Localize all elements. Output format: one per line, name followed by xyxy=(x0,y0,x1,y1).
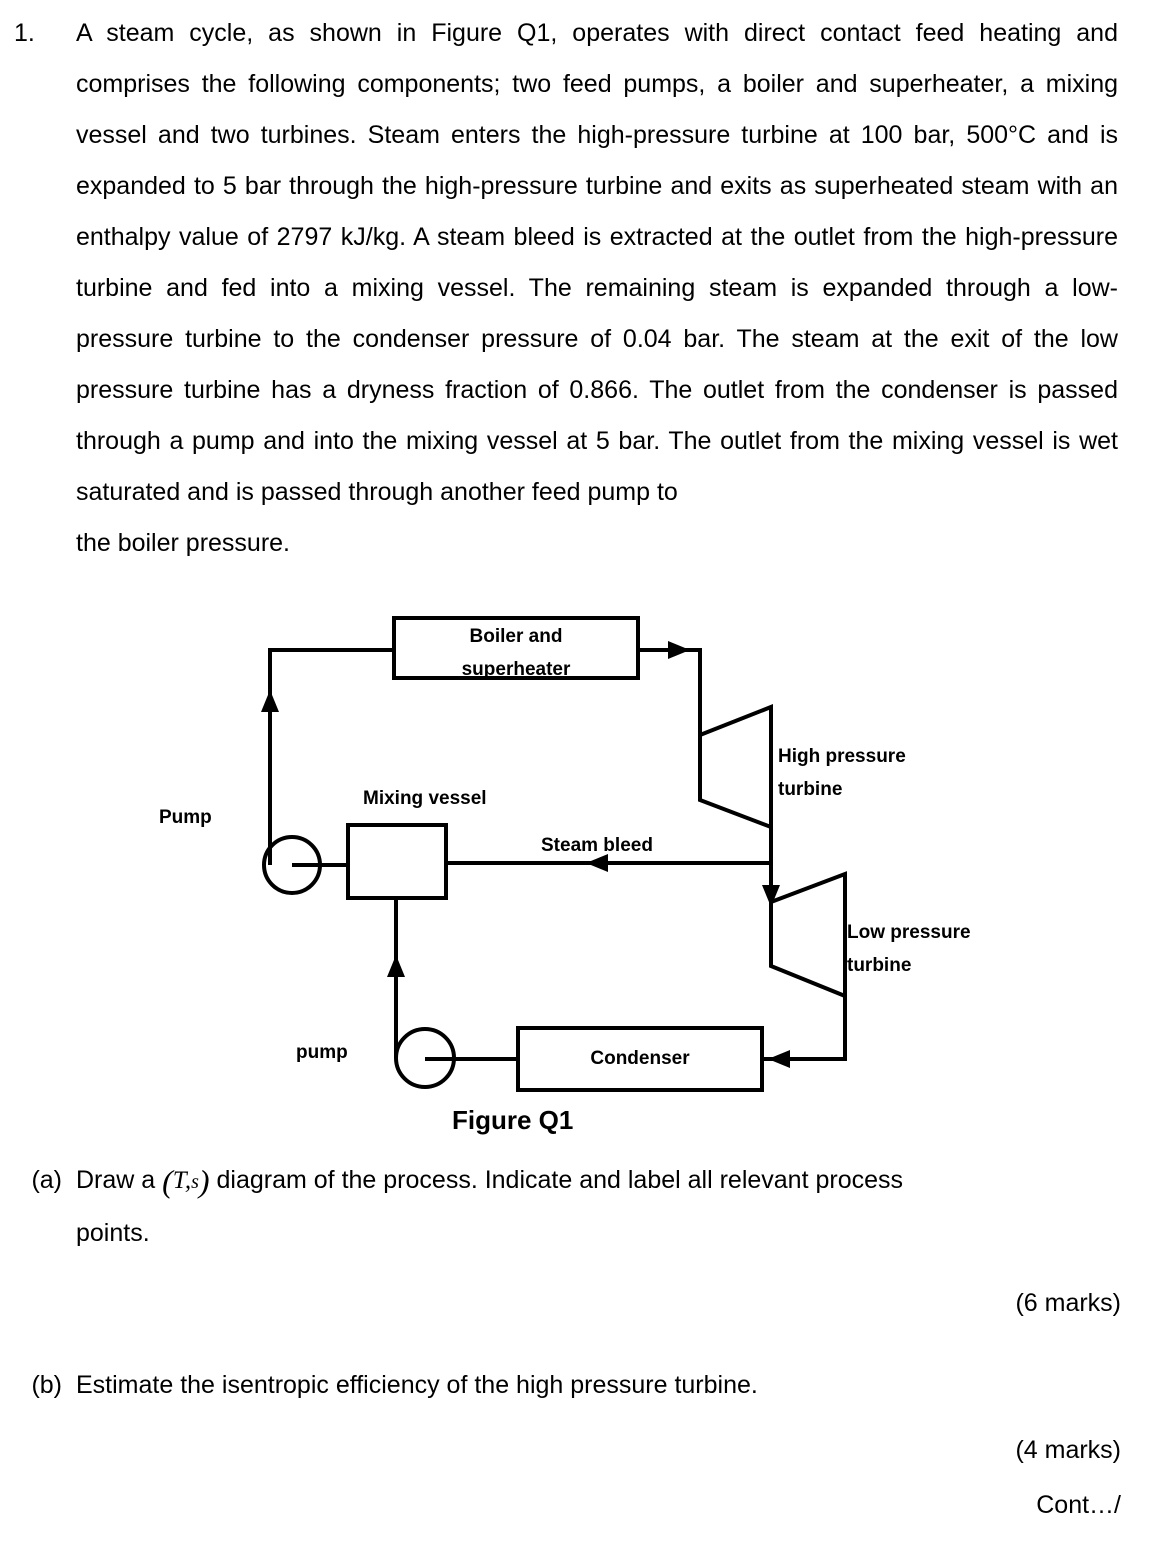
steam-bleed-label: Steam bleed xyxy=(541,835,653,856)
figure-q1: Boiler and superheater Mixing vessel Pum… xyxy=(0,595,1154,1155)
lp-turbine-shape xyxy=(769,871,847,999)
part-a-text-before: Draw a xyxy=(76,1166,156,1194)
ts-symbol-s: s xyxy=(191,1171,199,1193)
part-b-marks: (4 marks) xyxy=(1015,1436,1121,1464)
part-b-text: Estimate the isentropic efficiency of th… xyxy=(76,1371,758,1399)
ts-close-paren: ) xyxy=(198,1163,210,1199)
hp-turbine-label-line1: High pressure xyxy=(778,746,906,767)
part-a-text-second-line: points. xyxy=(76,1219,150,1247)
arrow-up-to-mixing-vessel xyxy=(387,955,405,977)
ts-symbol-T: T xyxy=(172,1167,185,1194)
ts-symbol: (T,s) xyxy=(162,1163,209,1199)
boiler-label-line1: Boiler and xyxy=(469,626,563,647)
figure-caption: Figure Q1 xyxy=(452,1105,574,1135)
question-body: A steam cycle, as shown in Figure Q1, op… xyxy=(76,8,1154,569)
mixing-vessel-label: Mixing vessel xyxy=(363,788,487,809)
part-a-block: (a) Draw a (T,s) diagram of the process.… xyxy=(0,1155,1154,1259)
part-b-block: (b) Estimate the isentropic efficiency o… xyxy=(0,1360,1154,1411)
arrow-left-into-condenser xyxy=(768,1050,790,1068)
part-a-text: Draw a (T,s) diagram of the process. Ind… xyxy=(76,1155,1154,1259)
boiler-label-line2: superheater xyxy=(461,659,571,680)
arrow-up-to-boiler xyxy=(261,690,279,712)
hp-turbine-label-line2: turbine xyxy=(778,779,843,800)
pipe-boiler-to-hp-turbine xyxy=(638,648,702,735)
lp-turbine-label-line1: Low pressure xyxy=(847,922,971,943)
arrow-down-to-lp-turbine xyxy=(762,885,780,907)
lower-pump-label: pump xyxy=(296,1042,348,1063)
question-number: 1. xyxy=(14,19,35,47)
question-block: 1. A steam cycle, as shown in Figure Q1,… xyxy=(0,8,1154,569)
condenser-label: Condenser xyxy=(590,1048,690,1069)
part-a-marks: (6 marks) xyxy=(1015,1289,1121,1317)
question-paragraph-lastline: the boiler pressure. xyxy=(76,529,291,557)
mixing-vessel-box xyxy=(346,823,448,900)
part-b-label: (b) xyxy=(31,1371,62,1399)
question-paragraph: A steam cycle, as shown in Figure Q1, op… xyxy=(76,19,1118,506)
continuation-note: Cont…/ xyxy=(1036,1491,1121,1519)
pipe-pump-to-boiler xyxy=(268,648,394,865)
arrow-right-boiler-outlet xyxy=(668,641,690,659)
hp-turbine-shape xyxy=(698,704,773,830)
ts-open-paren: ( xyxy=(162,1163,173,1199)
part-a-label: (a) xyxy=(31,1166,62,1194)
upper-pump-label: Pump xyxy=(159,807,212,828)
lp-turbine-label-line2: turbine xyxy=(847,955,912,976)
part-a-text-after: diagram of the process. Indicate and lab… xyxy=(216,1166,904,1194)
